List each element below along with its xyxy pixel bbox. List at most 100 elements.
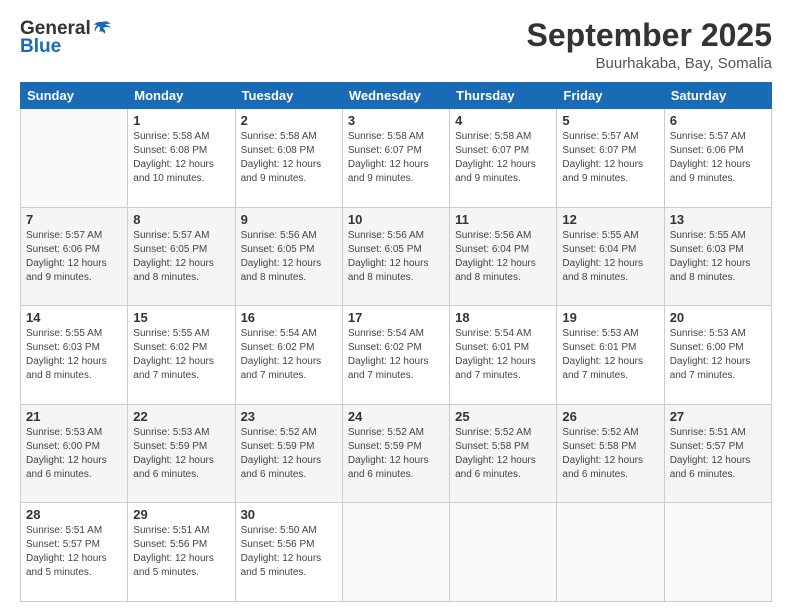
table-row: 10 Sunrise: 5:56 AM Sunset: 6:05 PM Dayli… [342, 207, 449, 306]
day-number: 25 [455, 409, 551, 424]
day-info: Sunrise: 5:58 AM Sunset: 6:07 PM Dayligh… [455, 130, 551, 186]
title-area: September 2025 Buurhakaba, Bay, Somalia [527, 18, 772, 72]
col-tuesday: Tuesday [235, 83, 342, 109]
day-info: Sunrise: 5:55 AM Sunset: 6:04 PM Dayligh… [562, 229, 658, 285]
table-row: 11 Sunrise: 5:56 AM Sunset: 6:04 PM Dayli… [450, 207, 557, 306]
day-number: 26 [562, 409, 658, 424]
day-number: 29 [133, 507, 229, 522]
table-row: 30Sunrise: 5:50 AM Sunset: 5:56 PM Dayli… [235, 503, 342, 602]
day-number: 13 [670, 212, 766, 227]
day-info: Sunrise: 5:57 AM Sunset: 6:06 PM Dayligh… [670, 130, 766, 186]
table-row: 5Sunrise: 5:57 AM Sunset: 6:07 PM Daylig… [557, 109, 664, 208]
col-thursday: Thursday [450, 83, 557, 109]
calendar-header-row: Sunday Monday Tuesday Wednesday Thursday… [21, 83, 772, 109]
table-row: 4 Sunrise: 5:58 AM Sunset: 6:07 PM Daylig… [450, 109, 557, 208]
table-row: 3Sunrise: 5:58 AM Sunset: 6:07 PM Daylig… [342, 109, 449, 208]
table-row [557, 503, 664, 602]
day-info: Sunrise: 5:52 AM Sunset: 5:59 PM Dayligh… [348, 426, 444, 482]
day-info: Sunrise: 5:51 AM Sunset: 5:56 PM Dayligh… [133, 524, 229, 580]
day-number: 20 [670, 310, 766, 325]
day-number: 1 [133, 113, 229, 128]
day-info: Sunrise: 5:52 AM Sunset: 5:58 PM Dayligh… [455, 426, 551, 482]
logo-bird-icon [91, 18, 113, 40]
table-row: 16 Sunrise: 5:54 AM Sunset: 6:02 PM Dayli… [235, 306, 342, 405]
table-row: 24 Sunrise: 5:52 AM Sunset: 5:59 PM Dayli… [342, 404, 449, 503]
calendar-subtitle: Buurhakaba, Bay, Somalia [527, 55, 772, 72]
day-info: Sunrise: 5:58 AM Sunset: 6:08 PM Dayligh… [133, 130, 229, 186]
table-row: 18Sunrise: 5:54 AM Sunset: 6:01 PM Dayli… [450, 306, 557, 405]
calendar-table: Sunday Monday Tuesday Wednesday Thursday… [20, 82, 772, 602]
table-row: 1 Sunrise: 5:58 AM Sunset: 6:08 PM Daylig… [128, 109, 235, 208]
day-info: Sunrise: 5:57 AM Sunset: 6:05 PM Dayligh… [133, 229, 229, 285]
day-number: 14 [26, 310, 122, 325]
col-saturday: Saturday [664, 83, 771, 109]
table-row: 13 Sunrise: 5:55 AM Sunset: 6:03 PM Dayli… [664, 207, 771, 306]
day-info: Sunrise: 5:56 AM Sunset: 6:05 PM Dayligh… [348, 229, 444, 285]
col-wednesday: Wednesday [342, 83, 449, 109]
header: General Blue September 2025 Buurhakaba, … [20, 18, 772, 72]
day-info: Sunrise: 5:51 AM Sunset: 5:57 PM Dayligh… [670, 426, 766, 482]
day-info: Sunrise: 5:52 AM Sunset: 5:59 PM Dayligh… [241, 426, 337, 482]
day-number: 15 [133, 310, 229, 325]
day-number: 24 [348, 409, 444, 424]
day-number: 22 [133, 409, 229, 424]
day-number: 3 [348, 113, 444, 128]
table-row: 23 Sunrise: 5:52 AM Sunset: 5:59 PM Dayli… [235, 404, 342, 503]
day-info: Sunrise: 5:53 AM Sunset: 5:59 PM Dayligh… [133, 426, 229, 482]
table-row: 28 Sunrise: 5:51 AM Sunset: 5:57 PM Dayli… [21, 503, 128, 602]
table-row: 26 Sunrise: 5:52 AM Sunset: 5:58 PM Dayli… [557, 404, 664, 503]
day-number: 27 [670, 409, 766, 424]
table-row: 15 Sunrise: 5:55 AM Sunset: 6:02 PM Dayli… [128, 306, 235, 405]
day-number: 7 [26, 212, 122, 227]
day-info: Sunrise: 5:52 AM Sunset: 5:58 PM Dayligh… [562, 426, 658, 482]
day-info: Sunrise: 5:55 AM Sunset: 6:03 PM Dayligh… [26, 327, 122, 383]
page: General Blue September 2025 Buurhakaba, … [0, 0, 792, 612]
table-row: 6 Sunrise: 5:57 AM Sunset: 6:06 PM Daylig… [664, 109, 771, 208]
table-row: 2 Sunrise: 5:58 AM Sunset: 6:08 PM Daylig… [235, 109, 342, 208]
day-info: Sunrise: 5:56 AM Sunset: 6:05 PM Dayligh… [241, 229, 337, 285]
day-number: 2 [241, 113, 337, 128]
day-info: Sunrise: 5:55 AM Sunset: 6:03 PM Dayligh… [670, 229, 766, 285]
day-info: Sunrise: 5:53 AM Sunset: 6:00 PM Dayligh… [26, 426, 122, 482]
table-row [664, 503, 771, 602]
day-info: Sunrise: 5:58 AM Sunset: 6:08 PM Dayligh… [241, 130, 337, 186]
table-row: 21 Sunrise: 5:53 AM Sunset: 6:00 PM Dayli… [21, 404, 128, 503]
table-row [342, 503, 449, 602]
col-sunday: Sunday [21, 83, 128, 109]
day-number: 19 [562, 310, 658, 325]
day-number: 23 [241, 409, 337, 424]
table-row: 19 Sunrise: 5:53 AM Sunset: 6:01 PM Dayli… [557, 306, 664, 405]
table-row: 12 Sunrise: 5:55 AM Sunset: 6:04 PM Dayli… [557, 207, 664, 306]
table-row: 8 Sunrise: 5:57 AM Sunset: 6:05 PM Daylig… [128, 207, 235, 306]
day-number: 28 [26, 507, 122, 522]
table-row [450, 503, 557, 602]
day-number: 4 [455, 113, 551, 128]
col-monday: Monday [128, 83, 235, 109]
day-number: 12 [562, 212, 658, 227]
day-number: 21 [26, 409, 122, 424]
table-row: 27 Sunrise: 5:51 AM Sunset: 5:57 PM Dayli… [664, 404, 771, 503]
table-row: 17 Sunrise: 5:54 AM Sunset: 6:02 PM Dayli… [342, 306, 449, 405]
day-number: 30 [241, 507, 337, 522]
table-row: 25 Sunrise: 5:52 AM Sunset: 5:58 PM Dayli… [450, 404, 557, 503]
day-number: 5 [562, 113, 658, 128]
col-friday: Friday [557, 83, 664, 109]
day-info: Sunrise: 5:54 AM Sunset: 6:02 PM Dayligh… [348, 327, 444, 383]
table-row: 22 Sunrise: 5:53 AM Sunset: 5:59 PM Dayli… [128, 404, 235, 503]
day-number: 10 [348, 212, 444, 227]
day-number: 17 [348, 310, 444, 325]
day-info: Sunrise: 5:51 AM Sunset: 5:57 PM Dayligh… [26, 524, 122, 580]
day-info: Sunrise: 5:53 AM Sunset: 6:00 PM Dayligh… [670, 327, 766, 383]
day-number: 8 [133, 212, 229, 227]
day-info: Sunrise: 5:56 AM Sunset: 6:04 PM Dayligh… [455, 229, 551, 285]
day-number: 6 [670, 113, 766, 128]
day-number: 9 [241, 212, 337, 227]
day-number: 18 [455, 310, 551, 325]
day-info: Sunrise: 5:54 AM Sunset: 6:02 PM Dayligh… [241, 327, 337, 383]
day-info: Sunrise: 5:55 AM Sunset: 6:02 PM Dayligh… [133, 327, 229, 383]
day-info: Sunrise: 5:53 AM Sunset: 6:01 PM Dayligh… [562, 327, 658, 383]
day-number: 16 [241, 310, 337, 325]
table-row [21, 109, 128, 208]
day-info: Sunrise: 5:57 AM Sunset: 6:06 PM Dayligh… [26, 229, 122, 285]
day-number: 11 [455, 212, 551, 227]
